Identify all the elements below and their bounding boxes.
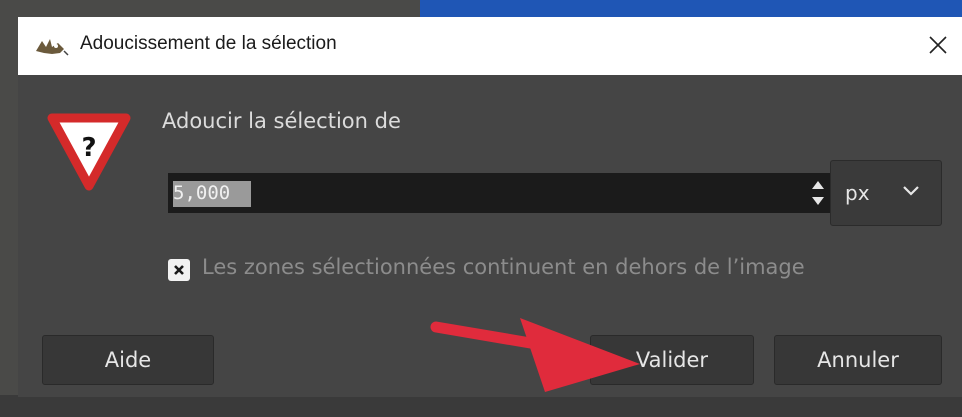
feather-radius-label: Adoucir la sélection de — [162, 109, 401, 133]
chevron-down-icon — [903, 186, 919, 196]
window-title: Adoucissement de la sélection — [80, 33, 337, 54]
cancel-button[interactable]: Annuler — [774, 335, 942, 385]
feather-radius-input[interactable] — [173, 181, 253, 205]
unit-dropdown[interactable]: px — [830, 160, 942, 226]
gimp-wilber-icon — [36, 39, 69, 56]
svg-text:?: ? — [81, 133, 96, 163]
checkbox-x-icon — [174, 265, 184, 275]
close-icon — [929, 36, 947, 54]
spin-arrows-icon[interactable] — [808, 175, 828, 211]
feather-selection-dialog: Adoucissement de la sélection ? Adoucir … — [18, 17, 962, 397]
help-button[interactable]: Aide — [42, 335, 214, 385]
outside-image-label: Les zones sélectionnées continuent en de… — [202, 255, 805, 279]
feather-radius-spinbox[interactable] — [168, 173, 830, 213]
desktop-strip — [0, 395, 962, 417]
title-bar: Adoucissement de la sélection — [18, 17, 962, 75]
question-warning-icon: ? — [47, 113, 131, 191]
close-button[interactable] — [920, 27, 956, 63]
unit-value: px — [845, 181, 870, 205]
ok-button[interactable]: Valider — [590, 335, 754, 385]
outside-image-checkbox[interactable] — [168, 259, 190, 281]
